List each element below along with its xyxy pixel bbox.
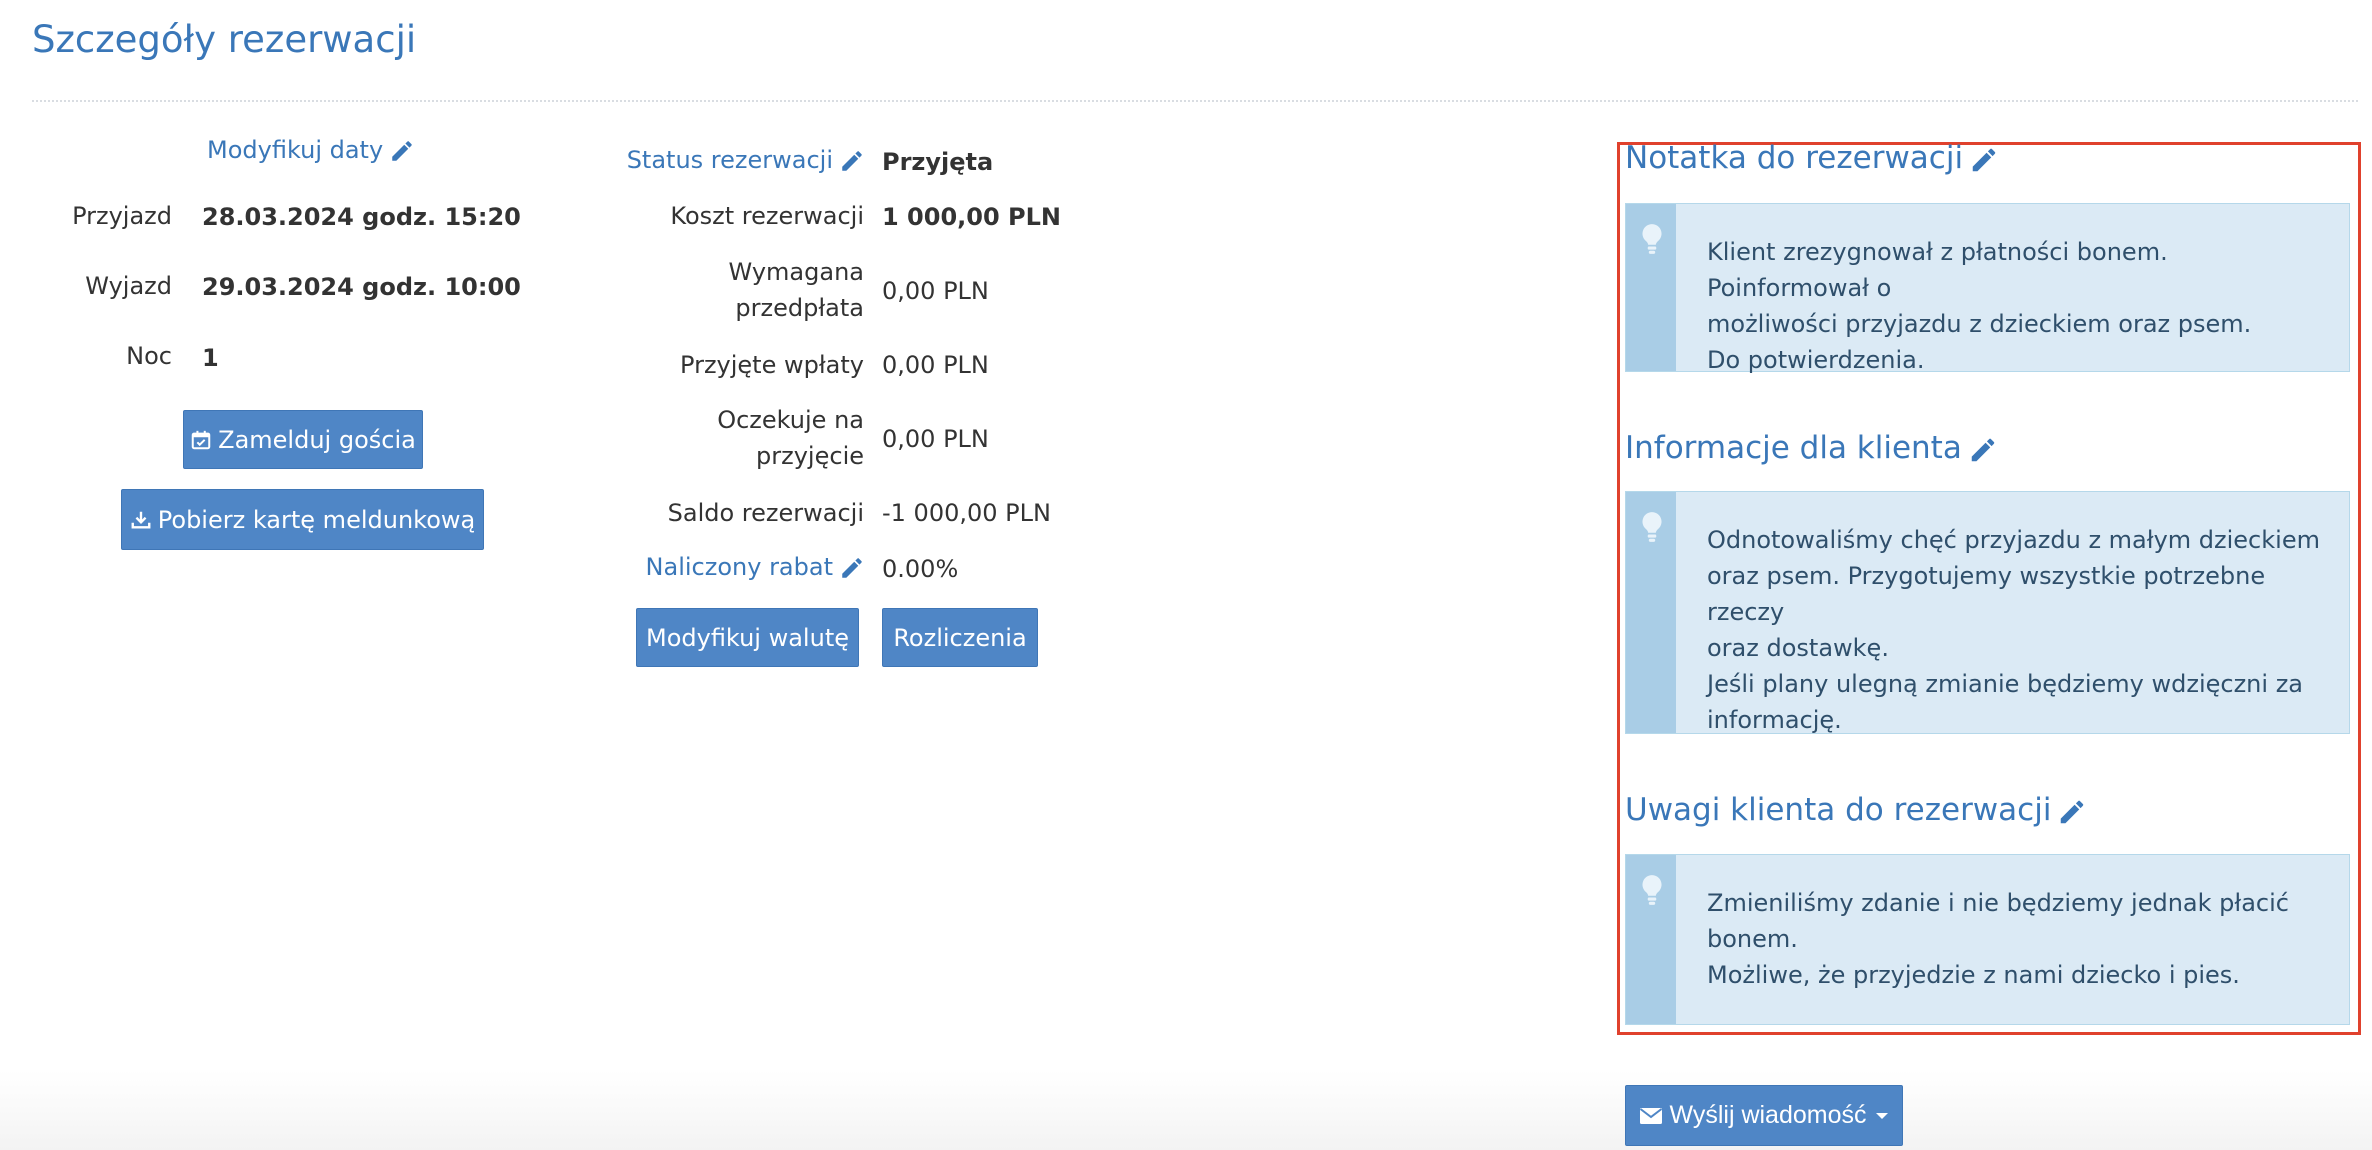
checkin-guest-label: Zamelduj gościa (218, 425, 416, 454)
arrival-label: Przyjazd (72, 202, 172, 230)
pencil-icon (839, 555, 865, 581)
reservation-cost-label: Koszt rezerwacji (670, 202, 864, 230)
settlements-label: Rozliczenia (893, 623, 1027, 652)
reservation-status-label: Status rezerwacji (626, 146, 833, 174)
download-registration-card-label: Pobierz kartę meldunkową (157, 505, 476, 534)
download-icon (130, 509, 152, 531)
reservation-balance-label: Saldo rezerwacji (667, 499, 864, 527)
send-message-label: Wyślij wiadomość (1669, 1101, 1867, 1129)
client-remarks-section[interactable]: Uwagi klienta do rezerwacji (1625, 792, 2087, 828)
reservation-note-box: Klient zrezygnował z płatności bonem. Po… (1625, 203, 2350, 374)
client-info-text: Odnotowaliśmy chęć przyjazdu z małym dzi… (1707, 526, 2320, 734)
pencil-icon (1968, 435, 1998, 465)
discount-value: 0.00% (882, 555, 959, 583)
envelope-icon (1639, 1106, 1663, 1126)
client-info-section[interactable]: Informacje dla klienta (1625, 430, 1998, 466)
checkin-guest-button[interactable]: Zamelduj gościa (183, 410, 423, 469)
required-prepayment-label-1: Wymagana (728, 258, 864, 286)
client-remarks-box: Zmieniliśmy zdanie i nie będziemy jednak… (1625, 854, 2350, 1025)
pending-value: 0,00 PLN (882, 425, 989, 453)
client-info-box: Odnotowaliśmy chęć przyjazdu z małym dzi… (1625, 491, 2350, 734)
lightbulb-icon (1639, 222, 1665, 260)
settlements-button[interactable]: Rozliczenia (882, 608, 1038, 667)
received-payments-label: Przyjęte wpłaty (680, 351, 864, 379)
reservation-note-title: Notatka do rezerwacji (1625, 140, 1964, 176)
departure-value: 29.03.2024 godz. 10:00 (202, 273, 521, 301)
required-prepayment-value: 0,00 PLN (882, 277, 989, 305)
footer-area (0, 1070, 2372, 1150)
required-prepayment-label-2: przedpłata (735, 294, 864, 322)
reservation-note-text: Klient zrezygnował z płatności bonem. Po… (1707, 238, 2252, 374)
modify-currency-button[interactable]: Modyfikuj walutę (636, 608, 859, 667)
modify-currency-label: Modyfikuj walutę (645, 623, 849, 652)
header-divider (32, 100, 2358, 102)
pencil-icon (1969, 145, 1999, 175)
client-remarks-text: Zmieniliśmy zdanie i nie będziemy jednak… (1707, 889, 2289, 989)
departure-label: Wyjazd (85, 272, 172, 300)
pending-label-1: Oczekuje na (717, 406, 864, 434)
nights-label: Noc (126, 342, 172, 370)
pending-label-2: przyjęcie (756, 442, 864, 470)
modify-dates-label: Modyfikuj daty (207, 136, 384, 164)
client-info-title: Informacje dla klienta (1625, 430, 1962, 466)
reservation-status-value: Przyjęta (882, 148, 994, 176)
nights-value: 1 (202, 344, 219, 372)
reservation-balance-value: -1 000,00 PLN (882, 499, 1051, 527)
modify-dates-link[interactable]: Modyfikuj daty (207, 136, 415, 164)
received-payments-value: 0,00 PLN (882, 351, 989, 379)
pencil-icon (839, 148, 865, 174)
calendar-check-icon (190, 429, 212, 451)
pencil-icon (2057, 797, 2087, 827)
page-title: Szczegóły rezerwacji (32, 18, 417, 61)
download-registration-card-button[interactable]: Pobierz kartę meldunkową (121, 489, 484, 550)
reservation-cost-value: 1 000,00 PLN (882, 203, 1061, 231)
lightbulb-icon (1639, 510, 1665, 548)
send-message-button[interactable]: Wyślij wiadomość (1625, 1085, 1903, 1146)
caret-down-icon (1875, 1111, 1889, 1121)
lightbulb-icon (1639, 873, 1665, 911)
discount-link[interactable]: Naliczony rabat (646, 553, 865, 581)
reservation-status-link[interactable]: Status rezerwacji (627, 146, 865, 174)
client-remarks-title: Uwagi klienta do rezerwacji (1625, 792, 2052, 828)
arrival-value: 28.03.2024 godz. 15:20 (202, 203, 521, 231)
reservation-note-section[interactable]: Notatka do rezerwacji (1625, 140, 1999, 176)
discount-label: Naliczony rabat (645, 553, 833, 581)
pencil-icon (389, 138, 415, 164)
